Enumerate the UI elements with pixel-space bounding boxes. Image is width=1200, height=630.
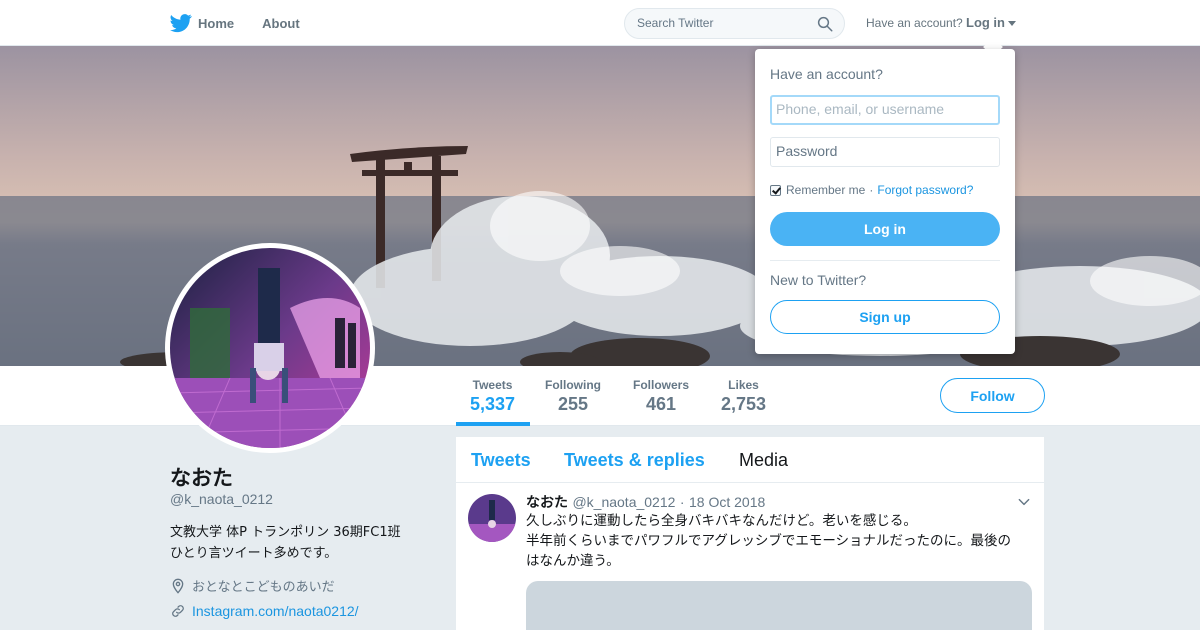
remember-row: Remember me · Forgot password? <box>770 183 973 197</box>
nav-home-link[interactable]: Home <box>198 16 234 31</box>
signup-button[interactable]: Sign up <box>770 300 1000 334</box>
remember-me-label[interactable]: Remember me <box>786 183 865 197</box>
profile-name: なおた <box>170 466 233 490</box>
tweet-text: 久しぶりに運動したら全身バキバキなんだけど。老いを感じる。 半年前くらいまでパワ… <box>526 511 1036 571</box>
forgot-password-link[interactable]: Forgot password? <box>877 183 973 197</box>
stat-value: 255 <box>557 394 589 414</box>
login-dropdown: Have an account? Phone, email, or userna… <box>755 49 1015 354</box>
have-account-text: Have an account? <box>866 16 963 30</box>
remember-me-checkbox[interactable] <box>770 184 781 196</box>
stat-label: Likes <box>728 378 759 392</box>
tweet-header: なおた @k_naota_0212 · 18 Oct 2018 <box>526 492 765 512</box>
profile-location-text: おとなとこどものあいだ <box>192 580 335 595</box>
dot-separator: · <box>869 183 874 197</box>
location-pin-icon <box>172 578 184 594</box>
stat-value: 461 <box>645 394 677 414</box>
profile-bio-line: 文教大学 体P トランポリン 36期FC1班 <box>170 525 401 540</box>
tweet-separator: · <box>679 494 685 510</box>
profile-location: おとなとこどものあいだ <box>170 576 335 595</box>
active-stat-underline <box>456 422 530 426</box>
tweet-avatar-photo <box>468 494 516 542</box>
dropdown-title: Have an account? <box>770 66 883 82</box>
tab-media[interactable]: Media <box>739 450 788 471</box>
tweet-author-handle[interactable]: @k_naota_0212 <box>572 494 675 510</box>
stat-likes[interactable]: Likes 2,753 <box>721 378 766 415</box>
tab-tweets-and-replies[interactable]: Tweets & replies <box>564 450 705 471</box>
profile-website[interactable]: Instagram.com/naota0212/ <box>170 603 359 619</box>
tweet-media-placeholder[interactable] <box>526 581 1032 630</box>
stat-tweets[interactable]: Tweets 5,337 <box>470 378 515 415</box>
tab-tweets[interactable]: Tweets <box>471 450 531 471</box>
avatar-photo <box>170 248 370 448</box>
tweet-text-line: 久しぶりに運動したら全身バキバキなんだけど。老いを感じる。 <box>526 513 917 529</box>
login-button[interactable]: Log in <box>770 212 1000 246</box>
follow-button[interactable]: Follow <box>940 378 1045 413</box>
profile-handle: @k_naota_0212 <box>170 491 273 507</box>
profile-bio: 文教大学 体P トランポリン 36期FC1班 ひとり言ツイート多めです。 <box>170 522 440 564</box>
nav-left-group: Home About <box>170 0 328 46</box>
nav-about-link[interactable]: About <box>262 16 300 31</box>
password-field[interactable]: Password <box>770 137 1000 167</box>
search-icon[interactable] <box>816 15 834 33</box>
profile-website-link[interactable]: Instagram.com/naota0212/ <box>192 603 359 619</box>
stat-followers[interactable]: Followers 461 <box>633 378 689 415</box>
stat-value: 2,753 <box>721 394 767 414</box>
username-field[interactable]: Phone, email, or username <box>770 95 1000 125</box>
stat-value: 5,337 <box>470 394 516 414</box>
search-placeholder: Search Twitter <box>637 16 714 30</box>
timeline-tabs: Tweets Tweets & replies Media <box>456 437 1044 483</box>
top-navigation-bar: Home About Search Twitter Have an accoun… <box>0 0 1200 46</box>
stat-label: Following <box>545 378 601 392</box>
divider <box>770 260 1000 261</box>
link-icon <box>172 605 184 617</box>
profile-bio-line: ひとり言ツイート多めです。 <box>170 546 338 561</box>
stat-label: Followers <box>633 378 690 392</box>
caret-down-icon[interactable] <box>1008 21 1016 26</box>
search-input[interactable]: Search Twitter <box>624 8 845 39</box>
stat-following[interactable]: Following 255 <box>545 378 601 415</box>
login-menu-link[interactable]: Log in <box>966 15 1005 30</box>
tweet-author-name[interactable]: なおた <box>526 495 568 511</box>
twitter-bird-icon[interactable] <box>170 12 192 34</box>
tweet-avatar[interactable] <box>468 494 516 542</box>
new-to-twitter-text: New to Twitter? <box>770 272 867 288</box>
avatar[interactable] <box>165 243 375 453</box>
stat-label: Tweets <box>472 378 513 392</box>
timeline-panel: Tweets Tweets & replies Media なおた @k_nao… <box>456 437 1044 630</box>
tweet-text-line: 半年前くらいまでパワフルでアグレッシブでエモーショナルだったのに。最後の <box>526 533 1012 549</box>
tweet-text-line: はなんか違う。 <box>526 553 620 569</box>
tweet-date[interactable]: 18 Oct 2018 <box>689 494 765 510</box>
chevron-down-icon[interactable] <box>1017 495 1031 509</box>
